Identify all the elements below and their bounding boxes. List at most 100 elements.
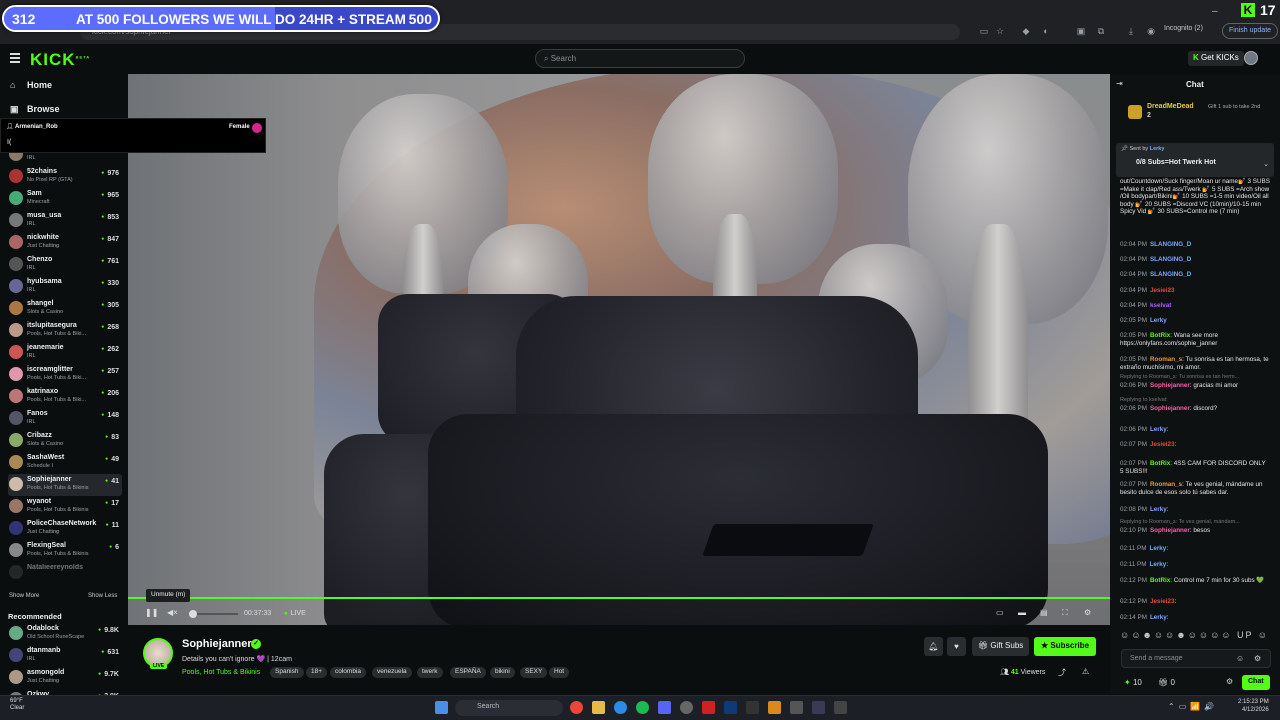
terminal-icon[interactable] [746,701,759,714]
stream-tag[interactable]: colombia [330,667,367,678]
chat-message[interactable]: 02:07 PM Jesiei23: [1120,441,1270,449]
sidebar-channel[interactable]: 52chains No Pixel RP (GTA) 976 [8,166,122,188]
profile-icon[interactable]: ◉ [1145,25,1157,37]
sidebar-channel[interactable]: jeanemarie IRL 262 [8,342,122,364]
finish-update-button[interactable]: Finish update [1222,23,1279,39]
photoshop-icon[interactable] [724,701,737,714]
collapse-chat-icon[interactable]: ⇥ [1116,79,1123,88]
fullscreen-icon[interactable]: ⛶ [1062,608,1068,618]
chat-message[interactable]: 02:11 PM Lerky: [1120,545,1270,553]
chat-message[interactable]: 02:12 PM BotRix: Control me 7 min for 30 … [1120,577,1270,585]
chat-message[interactable]: 02:06 PM Lerky: [1120,426,1270,434]
weather-widget[interactable]: 69°F Clear [10,698,24,712]
report-icon[interactable]: ⚠ [1082,667,1089,676]
message-username[interactable]: Sophiejanner [1150,527,1190,534]
kick-logo[interactable]: KICKBETA [30,50,90,70]
window-controls[interactable]: – [1212,6,1232,17]
message-username[interactable]: Lerky [1150,426,1167,433]
subscribe-button[interactable]: ★ Subscribe [1034,637,1097,656]
stream-tag[interactable]: Hot [549,667,570,678]
file-explorer-icon[interactable] [592,701,605,714]
chat-message[interactable]: 02:05 PM Rooman_s: Tu sonrisa es tan herm… [1120,356,1270,371]
chat-message[interactable]: 02:11 PM Lerky: [1120,561,1270,569]
stream-tag[interactable]: 18+ [306,667,328,678]
system-tray-icons[interactable]: ⌃▭📶🔊 [1168,702,1218,711]
message-username[interactable]: Lerky [1150,545,1167,552]
chat-message[interactable]: 02:12 PM Jesiei23: [1120,598,1270,606]
chat-message[interactable]: Replying to kselvat: 02:06 PM Sophiejanner… [1120,397,1270,412]
chat-message[interactable]: 02:04 PM SLANGING_D [1120,241,1270,249]
app-icon[interactable] [768,701,781,714]
video-progress-bar[interactable] [128,597,1110,599]
extensions-puzzle-icon[interactable]: ⧉ [1095,25,1107,37]
incognito-indicator[interactable]: Incognito (2) [1164,25,1203,32]
chat-message[interactable]: 02:04 PM Jesiei23 [1120,287,1270,295]
stream-tag[interactable]: twerk [417,667,443,678]
app-icon[interactable] [834,701,847,714]
message-username[interactable]: Rooman_s [1150,356,1182,363]
message-username[interactable]: BotRix [1150,460,1170,467]
chat-message[interactable]: Replying to Rooman_s: Tu sonrisa es tan … [1120,374,1270,389]
recommended-channel[interactable]: asmongold Just Chatting 9.7K [8,667,122,689]
stream-category[interactable]: Pools, Hot Tubs & Bikinis [182,669,260,676]
nav-home[interactable]: ⌂ Home [10,80,52,90]
message-username[interactable]: Sophiejanner [1150,405,1190,412]
sidebar-channel[interactable]: itslupitasegura Pools, Hot Tubs & Biki...… [8,320,122,342]
user-profile-popup[interactable]: 👤︎ Armenian_Rob Female I( [0,118,266,153]
sidebar-channel[interactable]: katrinaxo Pools, Hot Tubs & Biki... 206 [8,386,122,408]
sidebar-channel[interactable]: FlexingSeal Pools, Hot Tubs & Bikinis 6 [8,540,122,562]
cast-icon[interactable]: ▭ [978,25,990,37]
settings-icon[interactable]: ⚙ [1254,654,1261,663]
discord-icon[interactable] [658,701,671,714]
notification-bell-icon[interactable]: 🔔︎ [924,637,943,656]
chat-message[interactable]: 02:08 PM Lerky: [1120,506,1270,514]
sidebar-channel[interactable]: musa_usa IRL 853 [8,210,122,232]
clip-icon[interactable]: ▤ [1040,608,1048,617]
chat-message[interactable]: 02:07 PM BotRix: 4SS CAM FOR DISCORD ONLY… [1120,460,1270,475]
chat-message[interactable]: 02:05 PM BotRix: Wana see more https://on… [1120,332,1270,347]
volume-slider-handle[interactable] [189,610,197,618]
windows-start-icon[interactable] [435,701,448,714]
user-avatar[interactable] [1244,51,1258,65]
chat-message[interactable]: 02:14 PM Lerky: [1120,614,1270,622]
follow-heart-icon[interactable]: ♥ [947,637,966,656]
search-input[interactable]: ⌕ Search [535,49,745,68]
extension-icon[interactable]: ▣ [1075,25,1087,37]
message-username[interactable]: Lerky [1150,506,1167,513]
sidebar-channel[interactable]: nickwhite Just Chatting 847 [8,232,122,254]
message-username[interactable]: Jesiei23 [1150,598,1175,605]
live-indicator[interactable]: LIVE [284,610,306,617]
message-username[interactable]: Rooman_s [1150,481,1182,488]
sidebar-channel[interactable]: iscreamglitter Pools, Hot Tubs & Biki... 2… [8,364,122,386]
edge-icon[interactable] [614,701,627,714]
message-username[interactable]: Sophiejanner [1150,382,1190,389]
downloads-icon[interactable]: ⤓ [1125,25,1137,37]
gift-subs-button[interactable]: 🎁︎ Gift Subs [972,637,1030,656]
pause-icon[interactable]: ❚❚ [145,608,158,617]
pinned-message[interactable]: 📌︎ Sent by Lerky 0/8 Subs=Hot Twerk Hot … [1116,143,1274,177]
chat-message[interactable]: 02:04 PM SLANGING_D [1120,256,1270,264]
send-chat-button[interactable]: Chat [1242,675,1270,690]
chat-message[interactable]: out/Countdown/Suck finger/Moan ur name💅 … [1120,178,1270,216]
sidebar-channel[interactable]: Cribazz Slots & Casino 83 [8,430,122,452]
theater-mode-icon[interactable]: ▬ [1018,608,1026,617]
hamburger-menu-icon[interactable] [10,53,20,63]
message-username[interactable]: SLANGING_D [1150,241,1191,248]
bookmark-star-icon[interactable]: ☆ [994,25,1006,37]
message-username[interactable]: kselvat [1150,302,1171,309]
volume-slider[interactable] [189,610,238,618]
message-username[interactable]: SLANGING_D [1150,271,1191,278]
chevron-down-icon[interactable]: ⌄ [1263,160,1269,168]
message-username[interactable]: Lerky [1150,317,1167,324]
recommended-channel[interactable]: dtanmanb IRL 631 [8,645,122,667]
message-username[interactable]: Lerky [1150,614,1167,621]
message-username[interactable]: BotRix [1150,577,1170,584]
chrome-icon[interactable] [570,701,583,714]
stream-tag[interactable]: bikini [490,667,515,678]
chat-input[interactable]: Send a message [1121,649,1271,668]
stream-tag[interactable]: venezuela [372,667,412,678]
message-username[interactable]: Jesiei23 [1150,287,1175,294]
gift-leaderboard[interactable]: DreadMeDead 2 Gift 1 sub to take 2nd [1120,100,1270,124]
settings-gear-icon[interactable]: ⚙ [1084,608,1091,617]
message-username[interactable]: SLANGING_D [1150,256,1191,263]
